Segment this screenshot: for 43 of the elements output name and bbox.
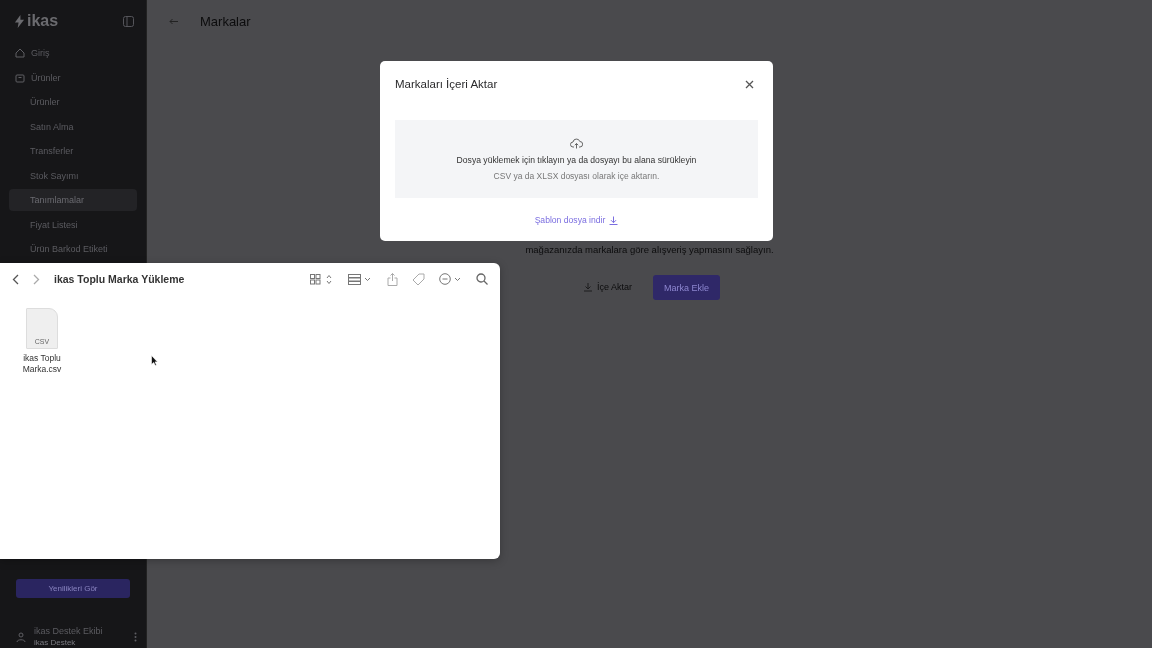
add-brand-button[interactable]: Marka Ekle	[653, 275, 720, 300]
icon-view-icon[interactable]	[310, 273, 334, 285]
folder-title: ikas Toplu Marka Yükleme	[54, 273, 185, 285]
sidebar-item[interactable]: Giriş	[9, 42, 137, 64]
back-chevron-icon[interactable]	[12, 273, 19, 285]
home-icon	[15, 48, 25, 58]
search-icon[interactable]	[476, 273, 488, 285]
close-icon[interactable]	[745, 79, 754, 89]
dialog-title: Markaları İçeri Aktar	[395, 78, 498, 90]
logo-text: ikas	[27, 12, 59, 30]
store-name: ikas Destek	[34, 637, 77, 648]
sidebar-item[interactable]: Ürünler	[9, 66, 137, 89]
user-icon	[16, 632, 26, 642]
drop-zone-hint: CSV ya da XLSX dosyası olarak içe aktarın.	[493, 170, 660, 181]
sidebar-toggle-icon[interactable]	[123, 15, 134, 27]
mouse-pointer-icon	[151, 355, 158, 366]
file-name: ikas Toplu Marka.csv	[21, 353, 63, 375]
forward-chevron-icon[interactable]	[33, 273, 40, 285]
bag-icon	[15, 72, 25, 83]
sidebar-subitem[interactable]: Stok Sayımı	[9, 164, 137, 187]
tag-icon[interactable]	[412, 272, 425, 286]
sidebar-subitem[interactable]: Tanımlamalar	[9, 189, 137, 211]
file-drop-zone[interactable]: Dosya yüklemek için tıklayın ya da dosyayı bu alana sürükleyin CSV ya da XLSX dosyası olarak içe aktarın.	[395, 120, 758, 198]
logo[interactable]: ikas	[14, 12, 59, 30]
share-icon[interactable]	[387, 272, 398, 286]
lightning-icon	[14, 14, 25, 28]
cloud-upload-icon	[570, 137, 583, 149]
drop-zone-title: Dosya yüklemek için tıklayın ya da dosyayı bu alana sürükleyin	[456, 154, 697, 165]
news-button[interactable]: Yenilikleri Gör	[16, 579, 130, 598]
sidebar-subitem[interactable]: Ürünler	[9, 91, 137, 113]
user-name: ikas Destek Ekibi	[34, 626, 104, 637]
more-icon[interactable]	[134, 632, 137, 642]
sidebar-subitem[interactable]: Satın Alma	[9, 115, 137, 138]
sidebar-subitem[interactable]: Ürün Barkod Etiketi	[9, 238, 137, 260]
page-title: Markalar	[200, 13, 251, 29]
template-download-link[interactable]: Şablon dosya indir	[534, 215, 619, 225]
back-arrow-icon[interactable]	[169, 17, 178, 25]
sidebar-subitem[interactable]: Fiyat Listesi	[9, 213, 137, 236]
more-actions-icon[interactable]	[439, 273, 462, 285]
download-icon	[583, 281, 593, 292]
download-icon	[609, 215, 619, 225]
sidebar-subitem[interactable]: Transferler	[9, 140, 137, 162]
group-icon[interactable]	[348, 273, 373, 285]
